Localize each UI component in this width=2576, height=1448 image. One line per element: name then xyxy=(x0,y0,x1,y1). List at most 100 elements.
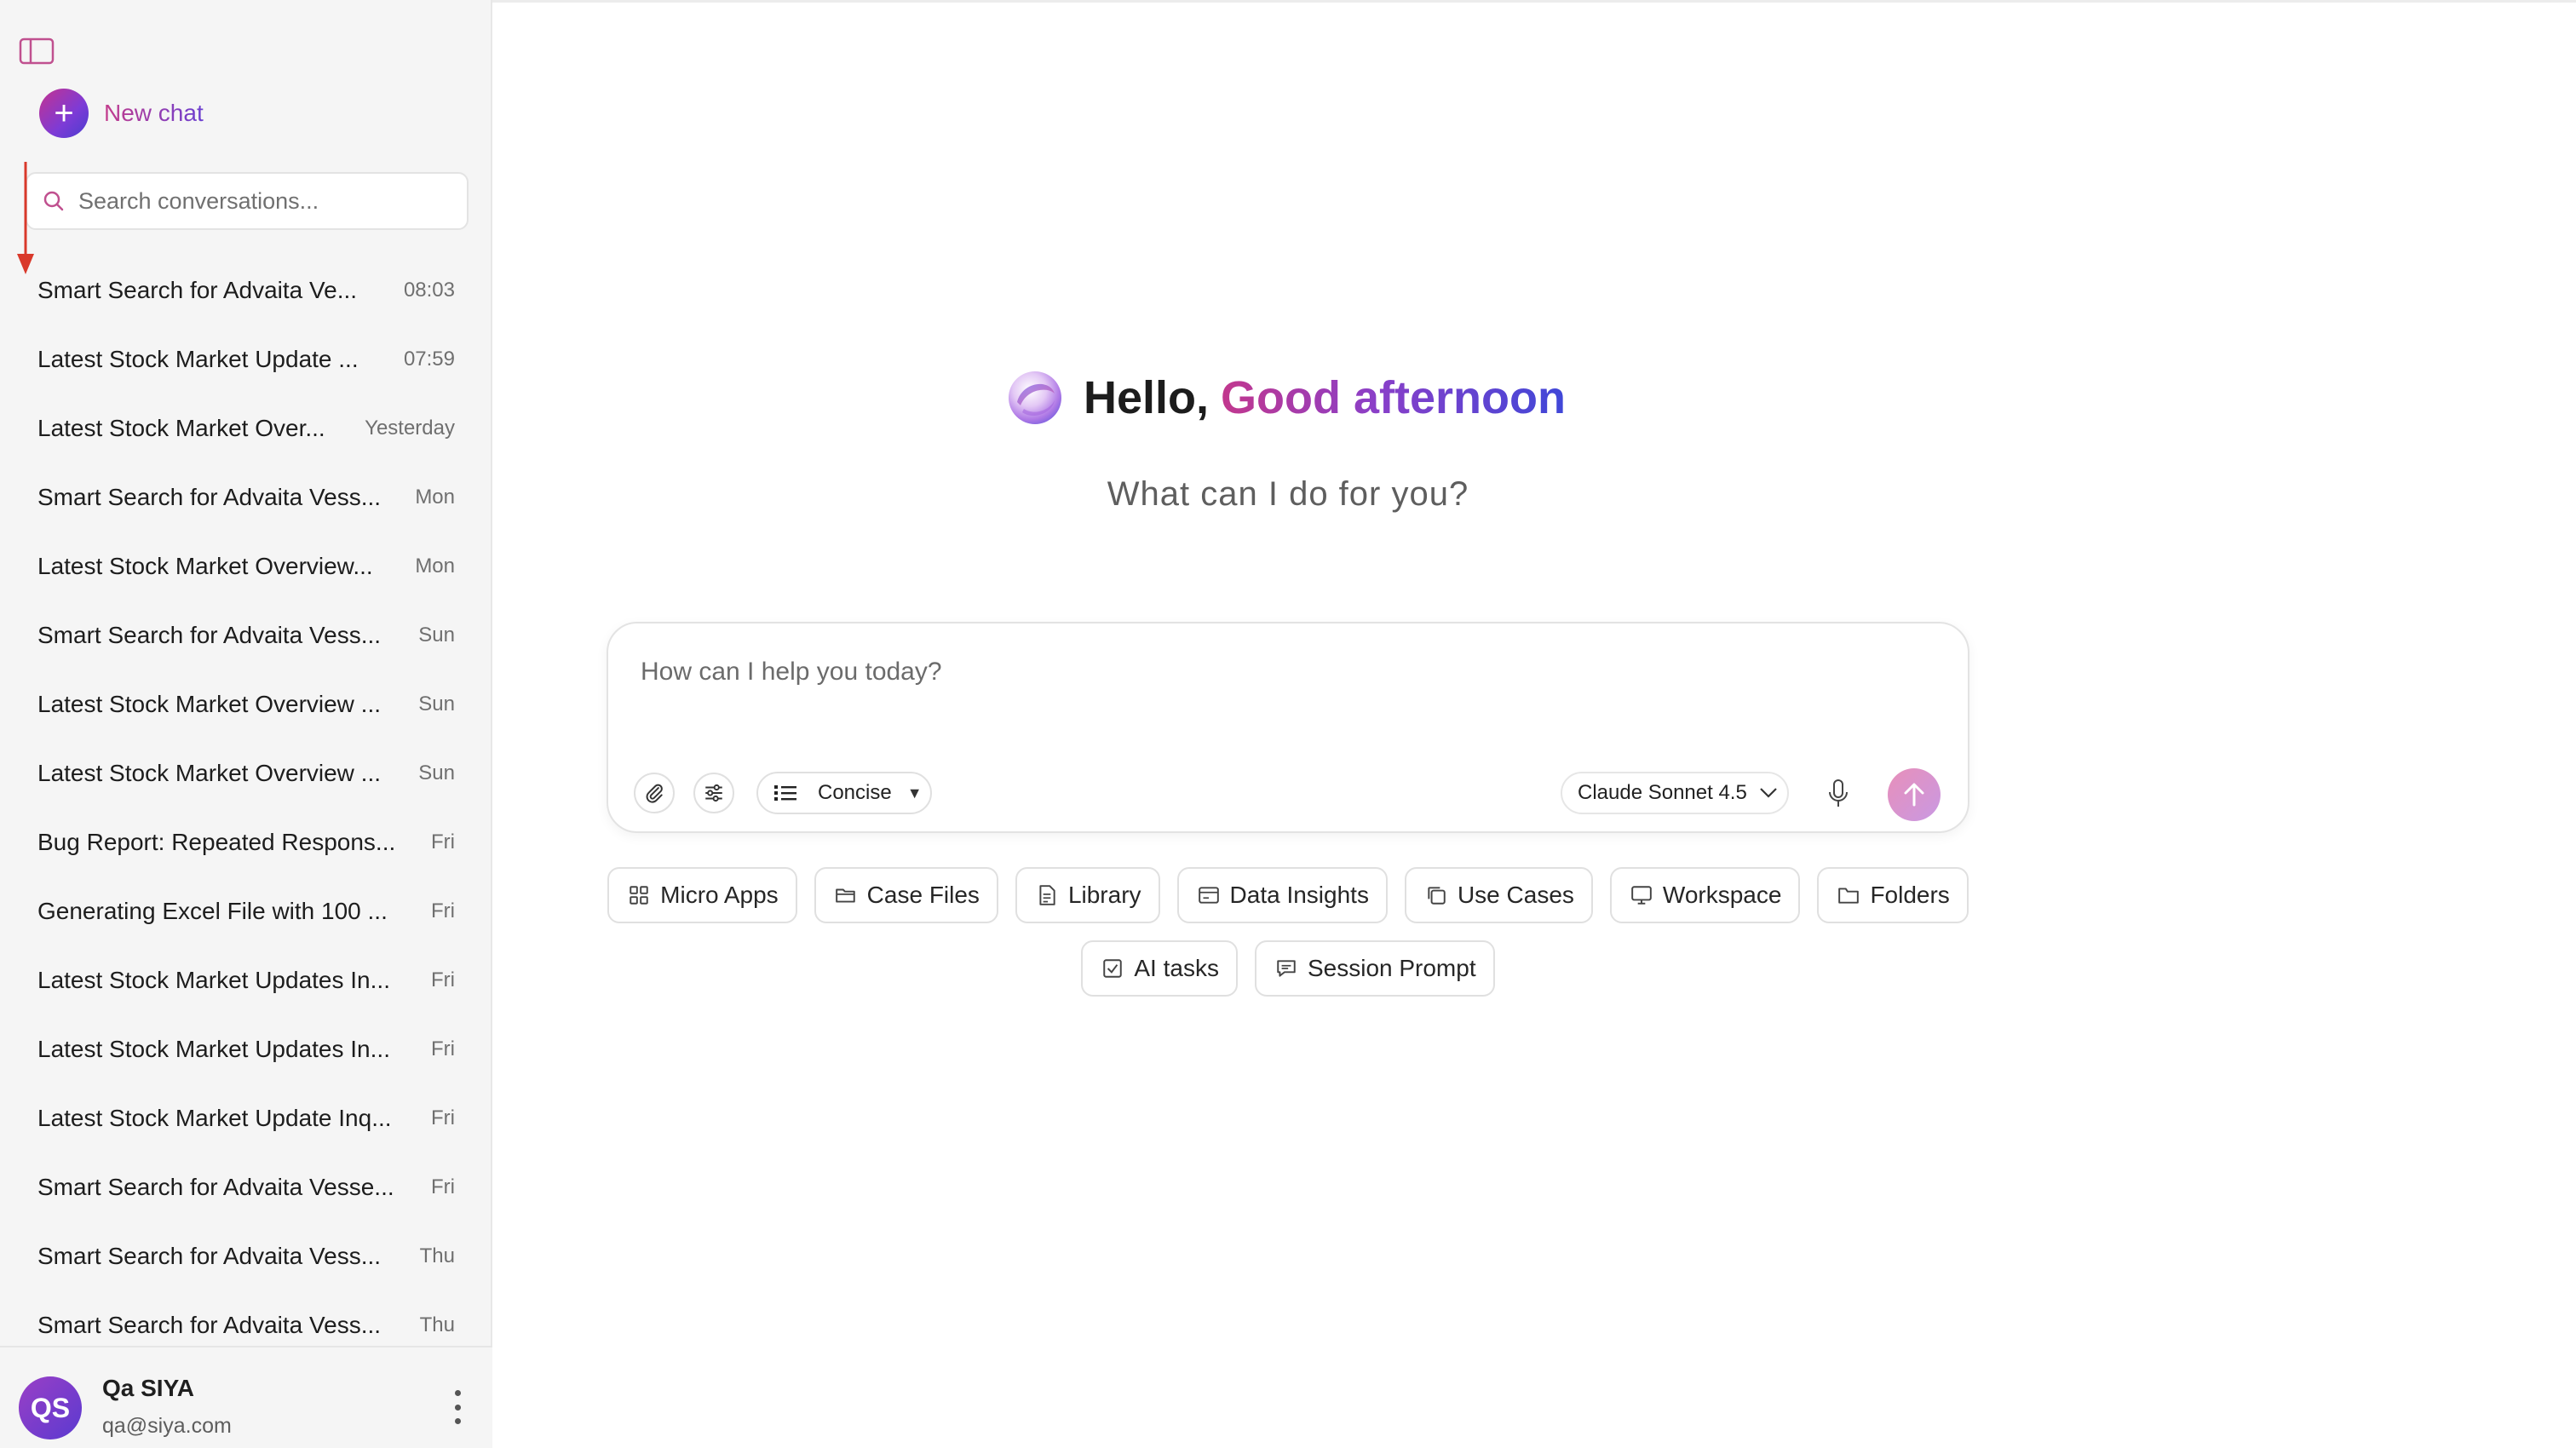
grid-icon xyxy=(630,886,648,905)
more-options-icon[interactable] xyxy=(448,1390,467,1424)
folder-icon xyxy=(1838,888,1860,904)
monitor-icon xyxy=(1631,886,1652,905)
conversation-item[interactable]: Smart Search for Advaita Vess... Thu xyxy=(0,1221,492,1290)
search-box[interactable] xyxy=(26,172,469,230)
quick-action-label: Workspace xyxy=(1662,882,1782,908)
conversation-item[interactable]: Latest Stock Market Overview... Mon xyxy=(0,532,492,600)
response-mode-select[interactable]: Concise ▼ xyxy=(756,772,932,814)
quick-action-use-cases[interactable]: Use Cases xyxy=(1404,867,1593,923)
arrow-up-icon xyxy=(1904,783,1924,807)
plus-icon: + xyxy=(39,89,89,138)
quick-action-label: Use Cases xyxy=(1457,882,1574,908)
quick-action-case-files[interactable]: Case Files xyxy=(814,867,998,923)
greeting-subtitle: What can I do for you? xyxy=(1107,475,1469,513)
conversation-time: Fri xyxy=(431,899,455,922)
conversation-title: Smart Search for Advaita Vesse... xyxy=(37,1173,394,1200)
conversation-item[interactable]: Generating Excel File with 100 ... Fri xyxy=(0,876,492,945)
conversation-item[interactable]: Smart Search for Advaita Ve... 08:03 xyxy=(0,256,492,325)
conversation-title: Latest Stock Market Updates In... xyxy=(37,1035,390,1062)
assistant-orb-icon xyxy=(1009,371,1061,424)
paperclip-icon xyxy=(646,784,663,803)
folder-open-icon xyxy=(835,888,855,903)
quick-action-folders[interactable]: Folders xyxy=(1817,867,1969,923)
conversation-time: Thu xyxy=(419,1244,455,1267)
microphone-icon xyxy=(1829,779,1848,807)
conversation-time: Fri xyxy=(431,830,455,853)
conversation-list: Smart Search for Advaita Ve... 08:03 Lates… xyxy=(0,256,492,1359)
conversation-title: Latest Stock Market Overview ... xyxy=(37,759,382,786)
message-icon xyxy=(1277,960,1296,977)
user-profile[interactable]: QS Qa SIYA qa@siya.com xyxy=(0,1346,492,1448)
conversation-title: Latest Stock Market Update Inq... xyxy=(37,1104,392,1131)
sidebar-toggle-icon[interactable] xyxy=(19,37,55,65)
model-label: Claude Sonnet 4.5 xyxy=(1578,781,1747,804)
checkbox-icon xyxy=(1103,959,1123,978)
conversation-item[interactable]: Latest Stock Market Overview ... Sun xyxy=(0,669,492,738)
quick-action-session-prompt[interactable]: Session Prompt xyxy=(1254,940,1495,997)
new-chat-button[interactable]: + New chat xyxy=(39,89,204,138)
app-window: + New chat Smart Search for Advaita Ve..… xyxy=(0,0,2576,1448)
user-email: qa@siya.com xyxy=(102,1414,232,1438)
conversation-item[interactable]: Latest Stock Market Overview ... Sun xyxy=(0,738,492,807)
conversation-item[interactable]: Bug Report: Repeated Respons... Fri xyxy=(0,807,492,876)
greeting: Hello, Good afternoon xyxy=(1005,366,1566,429)
copy-icon xyxy=(1428,887,1446,905)
caret-down-icon: ▼ xyxy=(906,784,923,802)
quick-action-label: Data Insights xyxy=(1229,882,1369,908)
conversation-item[interactable]: Smart Search for Advaita Vesse... Fri xyxy=(0,1152,492,1221)
conversation-item[interactable]: Latest Stock Market Updates In... Fri xyxy=(0,1014,492,1083)
quick-action-label: Case Files xyxy=(866,882,980,908)
conversation-time: Mon xyxy=(415,485,455,509)
new-chat-label: New chat xyxy=(104,100,204,126)
conversation-time: 07:59 xyxy=(403,347,455,371)
conversation-time: Fri xyxy=(431,968,455,991)
sidebar: + New chat Smart Search for Advaita Ve..… xyxy=(0,0,492,1448)
quick-action-ai-tasks[interactable]: AI tasks xyxy=(1081,940,1238,997)
conversation-time: Fri xyxy=(431,1175,455,1198)
microphone-button[interactable] xyxy=(1821,777,1855,811)
conversation-item[interactable]: Smart Search for Advaita Vess... Sun xyxy=(0,600,492,669)
quick-action-micro-apps[interactable]: Micro Apps xyxy=(607,867,797,923)
quick-action-workspace[interactable]: Workspace xyxy=(1609,867,1801,923)
conversation-title: Latest Stock Market Over... xyxy=(37,414,325,441)
quick-action-label: AI tasks xyxy=(1134,955,1219,981)
conversation-item[interactable]: Latest Stock Market Over... Yesterday xyxy=(0,394,492,463)
list-icon xyxy=(774,785,796,801)
quick-action-library[interactable]: Library xyxy=(1015,867,1160,923)
search-input[interactable] xyxy=(78,187,445,215)
quick-action-data-insights[interactable]: Data Insights xyxy=(1176,867,1388,923)
user-name: Qa SIYA xyxy=(102,1375,194,1401)
conversation-time: Sun xyxy=(418,623,455,646)
settings-button[interactable] xyxy=(693,773,734,813)
search-icon xyxy=(43,191,64,211)
document-icon xyxy=(1039,885,1055,905)
conversation-time: Fri xyxy=(431,1106,455,1129)
conversation-time: 08:03 xyxy=(403,278,455,302)
model-select[interactable]: Claude Sonnet 4.5 xyxy=(1561,772,1789,814)
conversation-time: Sun xyxy=(418,761,455,784)
conversation-item[interactable]: Smart Search for Advaita Vess... Mon xyxy=(0,463,492,532)
conversation-title: Latest Stock Market Overview ... xyxy=(37,690,382,717)
conversation-item[interactable]: Latest Stock Market Update ... 07:59 xyxy=(0,325,492,394)
sliders-icon xyxy=(705,784,722,802)
conversation-item[interactable]: Latest Stock Market Update Inq... Fri xyxy=(0,1083,492,1152)
conversation-title: Smart Search for Advaita Ve... xyxy=(37,276,358,303)
conversation-title: Smart Search for Advaita Vess... xyxy=(37,483,382,510)
attach-button[interactable] xyxy=(634,773,675,813)
avatar[interactable]: QS xyxy=(19,1376,82,1439)
response-mode-label: Concise xyxy=(818,781,892,804)
chat-composer: Concise ▼ Claude Sonnet 4.5 xyxy=(607,622,1969,833)
conversation-title: Smart Search for Advaita Vess... xyxy=(37,1242,382,1269)
conversation-title: Smart Search for Advaita Vess... xyxy=(37,1311,382,1338)
conversation-item[interactable]: Latest Stock Market Updates In... Fri xyxy=(0,945,492,1014)
conversation-title: Latest Stock Market Updates In... xyxy=(37,966,390,993)
conversation-title: Smart Search for Advaita Vess... xyxy=(37,621,382,648)
prompt-input[interactable] xyxy=(641,658,1918,709)
quick-action-label: Library xyxy=(1067,882,1141,908)
send-button[interactable] xyxy=(1888,768,1941,821)
conversation-title: Bug Report: Repeated Respons... xyxy=(37,828,396,855)
conversation-time: Thu xyxy=(419,1313,455,1336)
quick-action-label: Folders xyxy=(1870,882,1950,908)
conversation-time: Sun xyxy=(418,692,455,715)
conversation-time: Mon xyxy=(415,554,455,577)
